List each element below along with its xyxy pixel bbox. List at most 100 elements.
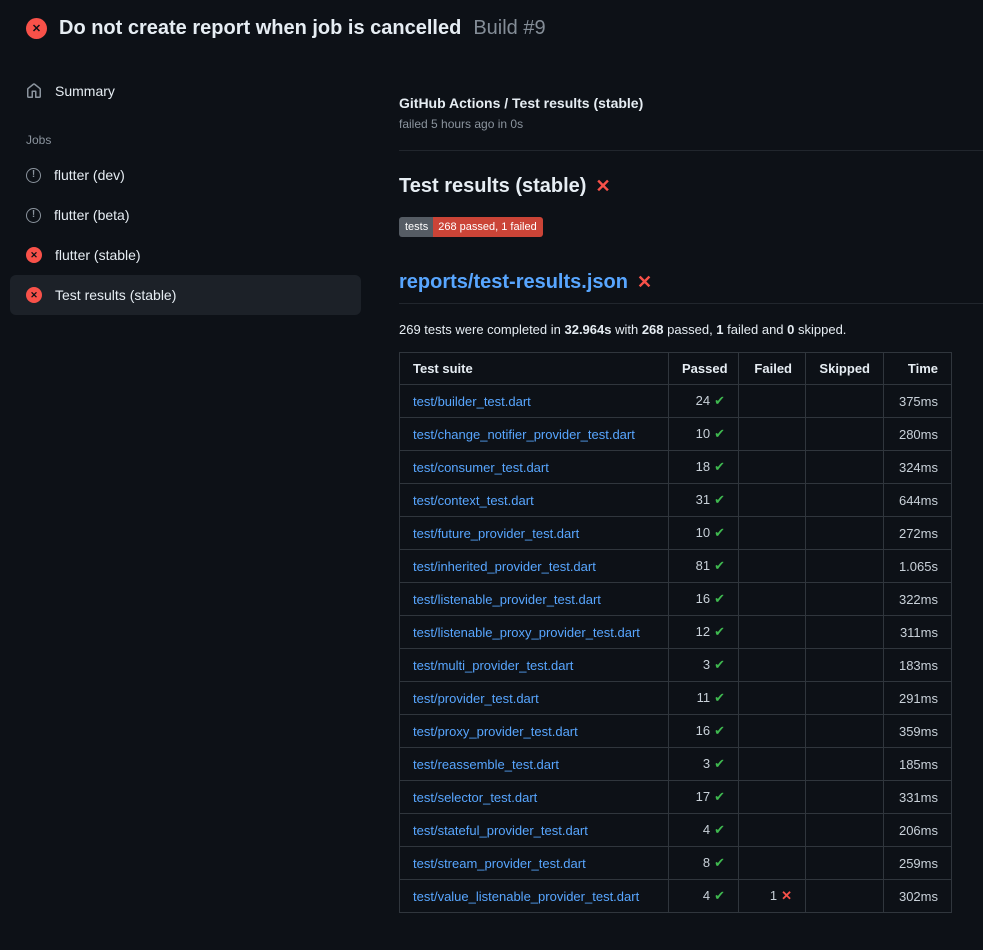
test-suite-link[interactable]: test/stateful_provider_test.dart	[413, 823, 588, 838]
failed-x-icon: ✕	[595, 176, 610, 197]
test-results-heading: Test results (stable) ✕	[399, 175, 983, 198]
table-row: test/stateful_provider_test.dart4✔206ms	[400, 814, 952, 847]
test-suite-link[interactable]: test/stream_provider_test.dart	[413, 856, 586, 871]
skipped-cell	[806, 847, 884, 880]
sidebar-item-flutter-beta[interactable]: ! flutter (beta)	[10, 195, 361, 235]
test-suite-link[interactable]: test/listenable_proxy_provider_test.dart	[413, 625, 640, 640]
time-cell: 1.065s	[884, 550, 952, 583]
count-value: 12	[696, 624, 710, 639]
time-cell: 644ms	[884, 484, 952, 517]
sidebar-item-summary[interactable]: Summary	[10, 71, 361, 111]
passed-cell: 18✔	[669, 451, 739, 484]
run-failed-icon: ✕	[26, 18, 47, 39]
breadcrumb: GitHub Actions / Test results (stable)	[399, 95, 983, 111]
table-row: test/stream_provider_test.dart8✔259ms	[400, 847, 952, 880]
test-suite-cell: test/listenable_provider_test.dart	[400, 583, 669, 616]
tests-badge: tests 268 passed, 1 failed	[399, 217, 543, 237]
skipped-cell	[806, 550, 884, 583]
test-suite-link[interactable]: test/value_listenable_provider_test.dart	[413, 889, 639, 904]
divider	[399, 150, 983, 151]
check-icon: ✔	[714, 855, 725, 870]
jobs-list: !flutter (dev)!flutter (beta)✕flutter (s…	[10, 155, 361, 315]
run-status-line: failed 5 hours ago in 0s	[399, 117, 983, 131]
home-icon	[26, 83, 42, 99]
check-icon: ✔	[714, 789, 725, 804]
passed-cell: 10 ✔	[669, 517, 739, 550]
check-icon: ✔	[714, 393, 725, 408]
time-cell: 272ms	[884, 517, 952, 550]
passed-cell: 3✔	[669, 748, 739, 781]
failed-cell	[739, 814, 806, 847]
sidebar-item-label: flutter (beta)	[54, 205, 129, 225]
passed-cell: 12 ✔	[669, 616, 739, 649]
test-suite-link[interactable]: test/consumer_test.dart	[413, 460, 549, 475]
sidebar-item-test-results-stable[interactable]: ✕ Test results (stable)	[10, 275, 361, 315]
passed-cell: 24✔	[669, 385, 739, 418]
time-cell: 331ms	[884, 781, 952, 814]
skipped-cell	[806, 682, 884, 715]
test-suite-link[interactable]: test/inherited_provider_test.dart	[413, 559, 596, 574]
summary-text: passed,	[664, 322, 717, 337]
failed-cell	[739, 451, 806, 484]
badge-value: 268 passed, 1 failed	[433, 217, 542, 237]
test-suite-link[interactable]: test/proxy_provider_test.dart	[413, 724, 578, 739]
table-row: test/listenable_proxy_provider_test.dart…	[400, 616, 952, 649]
test-suite-cell: test/multi_provider_test.dart	[400, 649, 669, 682]
failed-cell	[739, 616, 806, 649]
test-suite-link[interactable]: test/reassemble_test.dart	[413, 757, 559, 772]
test-suite-link[interactable]: test/multi_provider_test.dart	[413, 658, 573, 673]
sidebar: Summary Jobs !flutter (dev)!flutter (bet…	[0, 53, 371, 315]
time-cell: 259ms	[884, 847, 952, 880]
check-icon: ✔	[714, 459, 725, 474]
summary-text: failed and	[724, 322, 788, 337]
count-value: 1	[770, 888, 777, 903]
check-icon: ✔	[714, 624, 725, 639]
table-row: test/selector_test.dart17✔331ms	[400, 781, 952, 814]
table-row: test/change_notifier_provider_test.dart1…	[400, 418, 952, 451]
skipped-cell	[806, 781, 884, 814]
sidebar-item-label: Test results (stable)	[55, 285, 176, 305]
check-icon: ✔	[714, 888, 725, 903]
test-suite-link[interactable]: test/context_test.dart	[413, 493, 534, 508]
failed-cell	[739, 385, 806, 418]
time-cell: 302ms	[884, 880, 952, 913]
test-suite-link[interactable]: test/listenable_provider_test.dart	[413, 592, 601, 607]
count-value: 3	[703, 756, 710, 771]
report-file-link[interactable]: reports/test-results.json	[399, 271, 628, 294]
column-header-passed: Passed	[669, 353, 739, 385]
skipped-cell	[806, 517, 884, 550]
count-value: 81	[696, 558, 710, 573]
table-row: test/provider_test.dart11✔291ms	[400, 682, 952, 715]
failed-cell	[739, 847, 806, 880]
sidebar-item-flutter-dev[interactable]: !flutter (dev)	[10, 155, 361, 195]
skipped-cell	[806, 385, 884, 418]
sidebar-item-label: flutter (dev)	[54, 165, 125, 185]
test-suite-link[interactable]: test/future_provider_test.dart	[413, 526, 579, 541]
test-suite-link[interactable]: test/change_notifier_provider_test.dart	[413, 427, 635, 442]
test-suite-link[interactable]: test/builder_test.dart	[413, 394, 531, 409]
sidebar-item-flutter-stable[interactable]: ✕flutter (stable)	[10, 235, 361, 275]
test-suite-cell: test/future_provider_test.dart	[400, 517, 669, 550]
failed-cell	[739, 715, 806, 748]
results-table-body: test/builder_test.dart24✔375mstest/chang…	[400, 385, 952, 913]
check-icon: ✔	[714, 525, 725, 540]
summary-text: with	[611, 322, 641, 337]
test-suite-cell: test/context_test.dart	[400, 484, 669, 517]
passed-cell: 16✔	[669, 583, 739, 616]
count-value: 10	[696, 525, 710, 540]
skipped-cell	[806, 451, 884, 484]
x-circle-icon: ✕	[26, 287, 42, 303]
count-value: 31	[696, 492, 710, 507]
time-cell: 322ms	[884, 583, 952, 616]
test-suite-link[interactable]: test/selector_test.dart	[413, 790, 537, 805]
check-icon: ✔	[714, 822, 725, 837]
sidebar-item-label: flutter (stable)	[55, 245, 141, 265]
test-suite-link[interactable]: test/provider_test.dart	[413, 691, 539, 706]
passed-cell: 3✔	[669, 649, 739, 682]
skipped-cell	[806, 583, 884, 616]
failed-cell	[739, 649, 806, 682]
build-number: Build #9	[473, 17, 545, 40]
alert-circle-icon: !	[26, 208, 41, 223]
table-row: test/reassemble_test.dart3✔185ms	[400, 748, 952, 781]
test-suite-cell: test/builder_test.dart	[400, 385, 669, 418]
